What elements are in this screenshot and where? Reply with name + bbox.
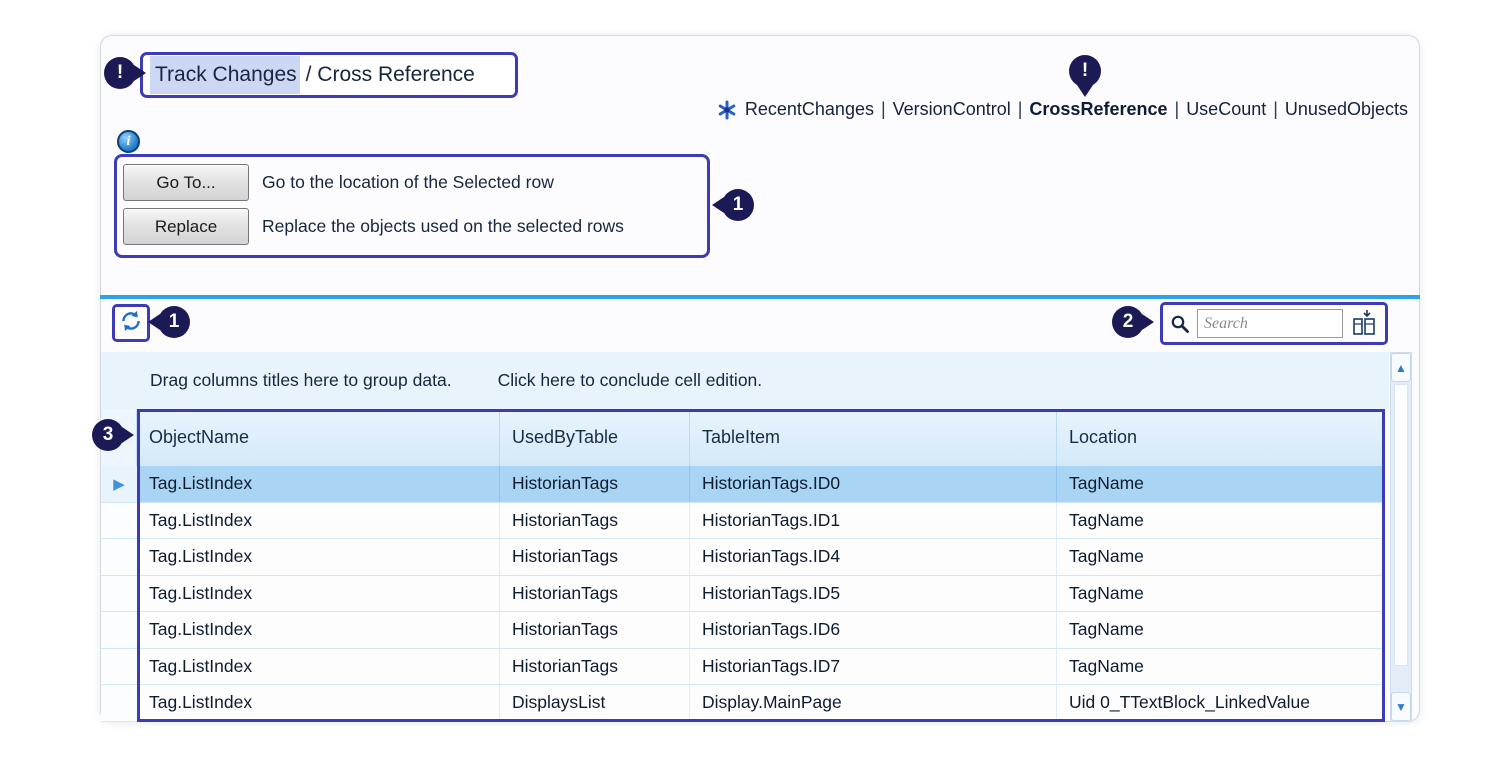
cell-tableitem: HistorianTags.ID0 xyxy=(690,466,1057,502)
scroll-up-button[interactable]: ▲ xyxy=(1391,353,1411,382)
column-chooser-icon xyxy=(1350,310,1378,337)
blue-divider xyxy=(100,295,1420,299)
page-title-rest: / Cross Reference xyxy=(300,63,475,87)
cell-objectname: Tag.ListIndex xyxy=(137,539,500,575)
page-title-highlight: Track Changes xyxy=(150,56,300,94)
scroll-down-button[interactable]: ▼ xyxy=(1391,692,1411,721)
table-row[interactable]: Tag.ListIndex DisplaysList Display.MainP… xyxy=(137,685,1385,722)
row-selector[interactable] xyxy=(101,685,137,722)
group-bar[interactable]: Drag columns titles here to group data. … xyxy=(101,352,1389,409)
callout-actions-1: 1 xyxy=(722,189,754,221)
column-header-objectname[interactable]: ObjectName xyxy=(137,409,500,466)
table-row[interactable]: Tag.ListIndex HistorianTags HistorianTag… xyxy=(137,503,1385,540)
column-header-tableitem[interactable]: TableItem xyxy=(690,409,1057,466)
row-selector[interactable] xyxy=(101,612,137,649)
cell-tableitem: HistorianTags.ID7 xyxy=(690,649,1057,685)
row-selector[interactable] xyxy=(101,539,137,576)
column-header-location[interactable]: Location xyxy=(1057,409,1385,466)
info-icon[interactable]: i xyxy=(117,130,140,153)
cell-objectname: Tag.ListIndex xyxy=(137,685,500,721)
cell-usedbytable: HistorianTags xyxy=(500,539,690,575)
callout-search-2: 2 xyxy=(1112,306,1144,338)
cell-tableitem: HistorianTags.ID1 xyxy=(690,503,1057,539)
cell-location: TagName xyxy=(1057,466,1385,502)
actions-panel: Go To... Go to the location of the Selec… xyxy=(114,154,710,258)
table-row[interactable]: Tag.ListIndex HistorianTags HistorianTag… xyxy=(137,539,1385,576)
cell-usedbytable: DisplaysList xyxy=(500,685,690,721)
scroll-down-icon: ▼ xyxy=(1395,700,1407,714)
tab-bar: RecentChanges | VersionControl | CrossRe… xyxy=(717,99,1408,120)
column-header-usedbytable[interactable]: UsedByTable xyxy=(500,409,690,466)
scroll-up-icon: ▲ xyxy=(1395,361,1407,375)
tab-separator: | xyxy=(1168,99,1187,120)
row-selector[interactable] xyxy=(101,649,137,686)
table-row[interactable]: Tag.ListIndex HistorianTags HistorianTag… xyxy=(137,612,1385,649)
row-selector[interactable]: ▶ xyxy=(101,466,137,503)
cell-location: TagName xyxy=(1057,539,1385,575)
search-area xyxy=(1160,302,1388,345)
cell-objectname: Tag.ListIndex xyxy=(137,612,500,648)
cell-location: TagName xyxy=(1057,612,1385,648)
screenshot: ! ! 1 1 2 3 Track Changes / Cross Refere… xyxy=(0,0,1496,764)
cell-usedbytable: HistorianTags xyxy=(500,612,690,648)
grid-header: ObjectName UsedByTable TableItem Locatio… xyxy=(137,409,1385,466)
search-icon xyxy=(1170,314,1190,334)
callout-grid-3: 3 xyxy=(92,419,124,451)
column-chooser-button[interactable] xyxy=(1350,310,1378,337)
goto-row: Go To... Go to the location of the Selec… xyxy=(123,164,707,201)
cell-objectname: Tag.ListIndex xyxy=(137,576,500,612)
cell-location: TagName xyxy=(1057,649,1385,685)
tab-separator: | xyxy=(1266,99,1285,120)
refresh-button[interactable] xyxy=(112,304,150,342)
table-row[interactable]: Tag.ListIndex HistorianTags HistorianTag… xyxy=(137,466,1385,503)
cell-objectname: Tag.ListIndex xyxy=(137,649,500,685)
cell-tableitem: HistorianTags.ID4 xyxy=(690,539,1057,575)
tab-use-count[interactable]: UseCount xyxy=(1186,99,1266,120)
cell-location: Uid 0_TTextBlock_LinkedValue xyxy=(1057,685,1385,721)
app-flower-icon xyxy=(717,100,737,120)
group-hint-text: Drag columns titles here to group data. xyxy=(150,370,452,391)
tab-cross-reference[interactable]: CrossReference xyxy=(1029,99,1167,120)
table-row[interactable]: Tag.ListIndex HistorianTags HistorianTag… xyxy=(137,576,1385,613)
row-header-column: ▶ xyxy=(101,466,137,722)
tab-version-control[interactable]: VersionControl xyxy=(893,99,1011,120)
selected-row-arrow-icon: ▶ xyxy=(113,475,125,493)
callout-refresh-1: 1 xyxy=(158,306,190,338)
callout-title-alert: ! xyxy=(104,57,136,89)
conclude-edit-link[interactable]: Click here to conclude cell edition. xyxy=(498,370,763,391)
tab-separator: | xyxy=(1011,99,1030,120)
goto-description: Go to the location of the Selected row xyxy=(262,172,554,193)
row-selector[interactable] xyxy=(101,576,137,613)
replace-description: Replace the objects used on the selected… xyxy=(262,216,624,237)
callout-nav-alert: ! xyxy=(1069,55,1101,87)
cell-objectname: Tag.ListIndex xyxy=(137,503,500,539)
cell-tableitem: HistorianTags.ID6 xyxy=(690,612,1057,648)
cell-usedbytable: HistorianTags xyxy=(500,649,690,685)
row-selector[interactable] xyxy=(101,503,137,540)
cell-tableitem: Display.MainPage xyxy=(690,685,1057,721)
cell-tableitem: HistorianTags.ID5 xyxy=(690,576,1057,612)
goto-button[interactable]: Go To... xyxy=(123,164,249,201)
tab-separator: | xyxy=(874,99,893,120)
grid-body: Tag.ListIndex HistorianTags HistorianTag… xyxy=(137,466,1385,722)
cell-usedbytable: HistorianTags xyxy=(500,576,690,612)
cell-location: TagName xyxy=(1057,503,1385,539)
replace-row: Replace Replace the objects used on the … xyxy=(123,208,707,245)
vertical-scrollbar[interactable]: ▲ ▼ xyxy=(1390,352,1412,722)
tab-recent-changes[interactable]: RecentChanges xyxy=(745,99,874,120)
replace-button[interactable]: Replace xyxy=(123,208,249,245)
cell-usedbytable: HistorianTags xyxy=(500,466,690,502)
search-input[interactable] xyxy=(1197,309,1343,338)
refresh-icon xyxy=(118,308,144,339)
scrollbar-track[interactable] xyxy=(1394,384,1408,666)
cell-location: TagName xyxy=(1057,576,1385,612)
tab-unused-objects[interactable]: UnusedObjects xyxy=(1285,99,1408,120)
cell-objectname: Tag.ListIndex xyxy=(137,466,500,502)
table-row[interactable]: Tag.ListIndex HistorianTags HistorianTag… xyxy=(137,649,1385,686)
page-title: Track Changes / Cross Reference xyxy=(140,52,518,98)
cell-usedbytable: HistorianTags xyxy=(500,503,690,539)
